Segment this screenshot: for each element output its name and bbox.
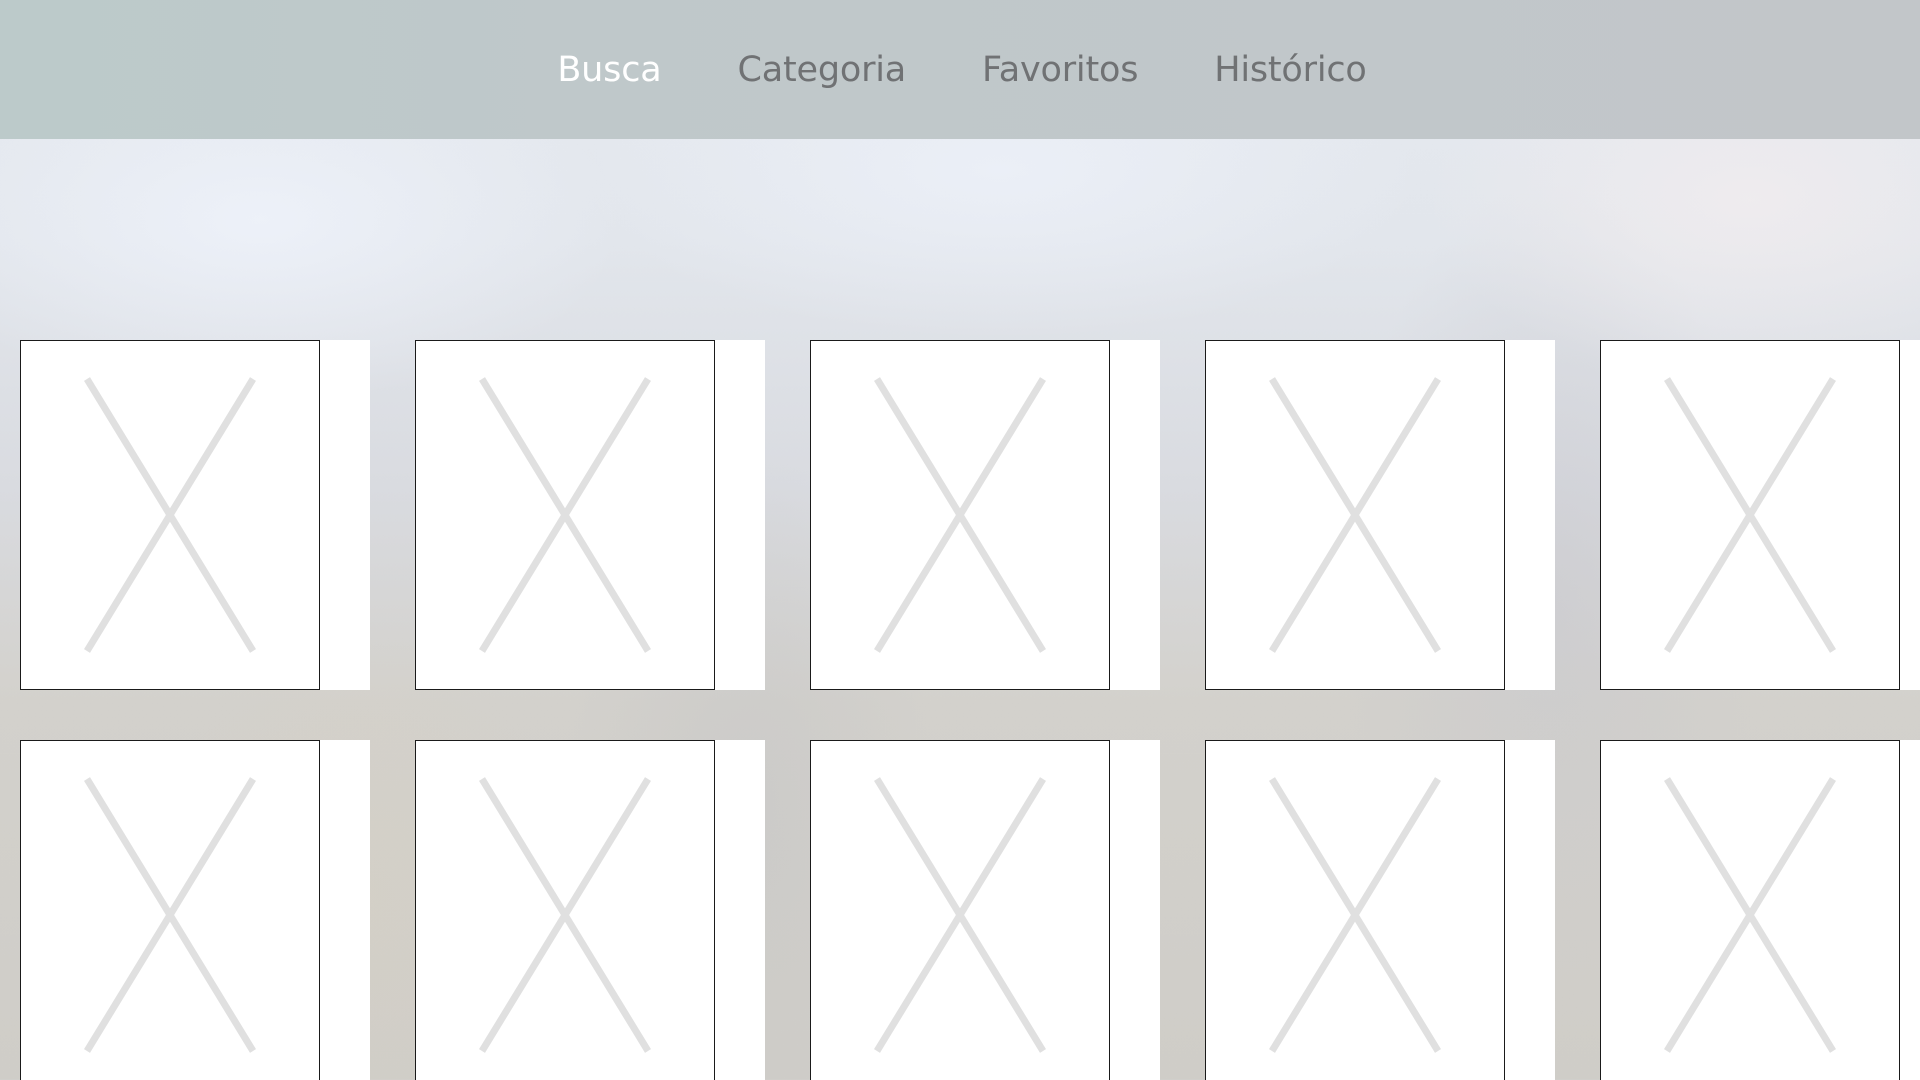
grid-item[interactable] [415, 340, 765, 690]
grid-item[interactable] [1600, 340, 1920, 690]
grid-item[interactable] [1205, 340, 1555, 690]
grid-item[interactable] [415, 740, 765, 1080]
poster-placeholder [810, 340, 1110, 690]
poster-placeholder [415, 340, 715, 690]
grid-item[interactable] [20, 340, 370, 690]
grid-item[interactable] [1205, 740, 1555, 1080]
broken-image-x-icon [84, 777, 256, 1053]
broken-image-x-icon [479, 377, 651, 653]
poster-placeholder [1600, 340, 1900, 690]
poster-placeholder [20, 740, 320, 1080]
broken-image-x-icon [1269, 377, 1441, 653]
content-grid [0, 0, 1920, 1080]
poster-placeholder [1205, 340, 1505, 690]
broken-image-x-icon [874, 777, 1046, 1053]
poster-placeholder [20, 340, 320, 690]
grid-item[interactable] [20, 740, 370, 1080]
grid-item[interactable] [810, 740, 1160, 1080]
poster-placeholder [415, 740, 715, 1080]
poster-placeholder [1600, 740, 1900, 1080]
grid-item[interactable] [1600, 740, 1920, 1080]
broken-image-x-icon [1664, 777, 1836, 1053]
broken-image-x-icon [874, 377, 1046, 653]
poster-placeholder [1205, 740, 1505, 1080]
poster-placeholder [810, 740, 1110, 1080]
broken-image-x-icon [479, 777, 651, 1053]
broken-image-x-icon [1664, 377, 1836, 653]
broken-image-x-icon [84, 377, 256, 653]
broken-image-x-icon [1269, 777, 1441, 1053]
grid-item[interactable] [810, 340, 1160, 690]
